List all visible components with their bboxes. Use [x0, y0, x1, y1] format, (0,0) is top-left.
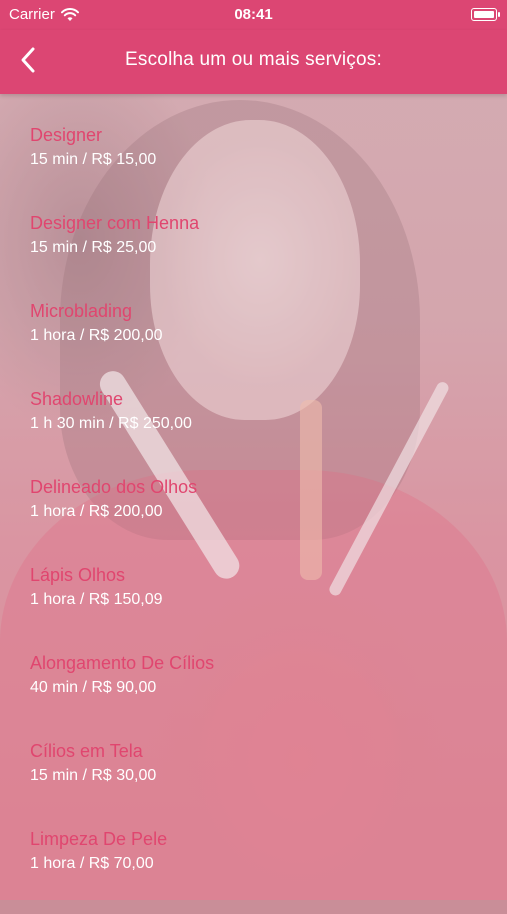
service-list: Designer 15 min / R$ 15,00 Designer com …	[30, 122, 487, 914]
service-duration-price: 1 hora / R$ 70,00	[30, 855, 154, 872]
service-item[interactable]: Alongamento De Cílios 40 min / R$ 90,00	[30, 650, 487, 738]
service-item[interactable]: Limpeza De Pele 1 hora / R$ 70,00	[30, 826, 487, 914]
service-name: Designer	[30, 125, 103, 145]
service-item[interactable]: Lápis Olhos 1 hora / R$ 150,09	[30, 562, 487, 650]
service-name: Limpeza De Pele	[30, 829, 168, 849]
status-bar: Carrier 08:41	[0, 0, 507, 30]
service-duration-price: 15 min / R$ 15,00	[30, 151, 157, 168]
service-duration-price: 1 hora / R$ 200,00	[30, 327, 163, 344]
service-name: Shadowline	[30, 389, 124, 409]
service-duration-price: 15 min / R$ 25,00	[30, 239, 157, 256]
service-duration-price: 1 hora / R$ 200,00	[30, 503, 163, 520]
service-item[interactable]: Designer 15 min / R$ 15,00	[30, 122, 487, 210]
service-name: Alongamento De Cílios	[30, 653, 215, 673]
service-duration-price: 1 h 30 min / R$ 250,00	[30, 415, 192, 432]
service-item[interactable]: Designer com Henna 15 min / R$ 25,00	[30, 210, 487, 298]
status-time: 08:41	[234, 6, 273, 23]
nav-bar: Escolha um ou mais serviços:	[0, 30, 507, 94]
service-item[interactable]: Cílios em Tela 15 min / R$ 30,00	[30, 738, 487, 826]
page-title: Escolha um ou mais serviços:	[125, 49, 382, 70]
battery-icon	[471, 8, 500, 21]
service-name: Delineado dos Olhos	[30, 477, 198, 497]
service-name: Designer com Henna	[30, 213, 200, 233]
service-name: Cílios em Tela	[30, 741, 143, 761]
service-duration-price: 1 hora / R$ 150,09	[30, 591, 163, 608]
service-item[interactable]: Microblading 1 hora / R$ 200,00	[30, 298, 487, 386]
service-name: Microblading	[30, 301, 133, 321]
service-duration-price: 40 min / R$ 90,00	[30, 679, 157, 696]
service-item[interactable]: Delineado dos Olhos 1 hora / R$ 200,00	[30, 474, 487, 562]
service-item[interactable]: Shadowline 1 h 30 min / R$ 250,00	[30, 386, 487, 474]
service-duration-price: 15 min / R$ 30,00	[30, 767, 157, 784]
service-name: Lápis Olhos	[30, 565, 126, 585]
